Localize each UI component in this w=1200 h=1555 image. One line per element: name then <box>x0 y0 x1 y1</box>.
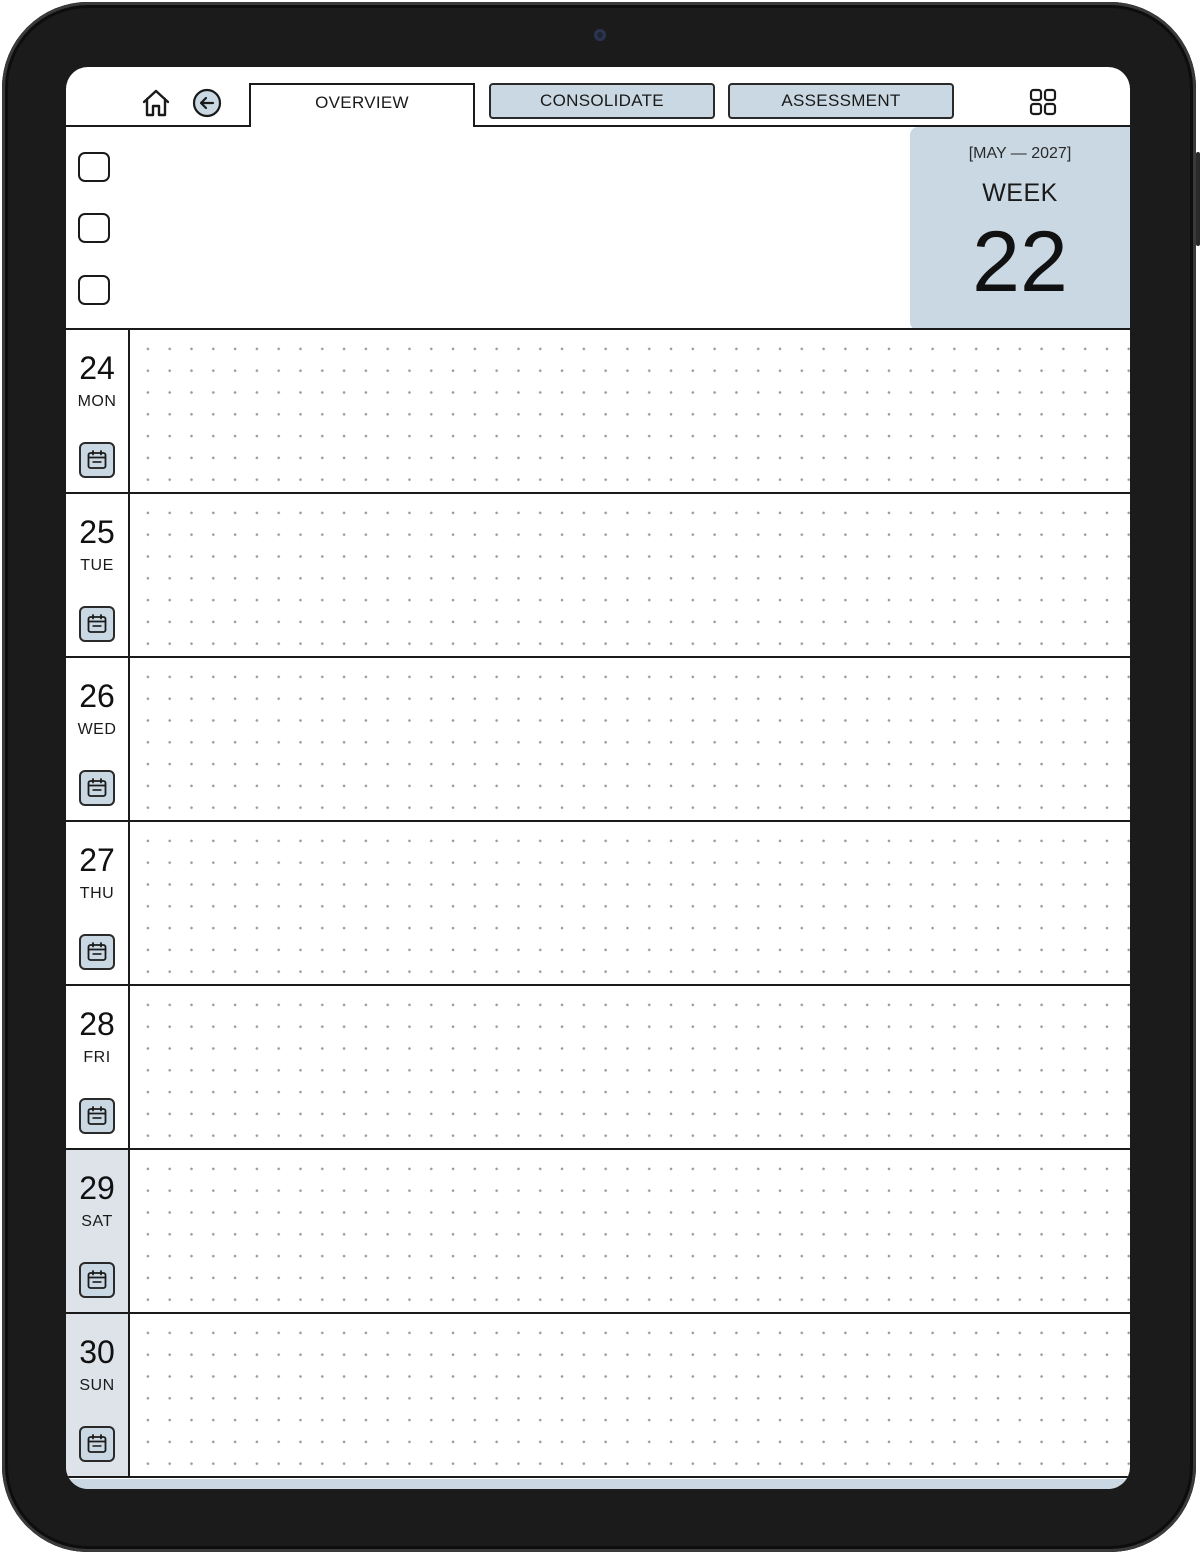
day-calendar-button[interactable] <box>79 1262 115 1298</box>
day-weekday: SAT <box>81 1213 113 1230</box>
day-label: 24 MON <box>66 330 130 492</box>
day-weekday: MON <box>77 393 117 410</box>
goal-checkbox[interactable] <box>78 152 110 182</box>
day-weekday: TUE <box>80 557 114 574</box>
calendar-icon <box>87 614 107 633</box>
goal-checkbox[interactable] <box>78 213 110 243</box>
grid-icon[interactable] <box>1028 87 1058 117</box>
camera-icon <box>594 29 606 41</box>
calendar-icon <box>87 1106 107 1125</box>
day-calendar-button[interactable] <box>79 606 115 642</box>
calendar-icon <box>87 942 107 961</box>
day-weekday: THU <box>79 885 115 902</box>
tab-consolidate[interactable]: CONSOLIDATE <box>489 83 715 119</box>
day-calendar-button[interactable] <box>79 1426 115 1462</box>
dot-grid-notes[interactable] <box>130 822 1130 984</box>
goal-checkbox[interactable] <box>78 275 110 305</box>
day-label: 29 SAT <box>66 1150 130 1312</box>
day-number: 28 <box>79 1006 115 1042</box>
top-navigation: OVERVIEW CONSOLIDATE ASSESSMENT <box>66 67 1130 127</box>
day-row-sun: 30 SUN <box>66 1314 1130 1478</box>
calendar-icon <box>87 1270 107 1289</box>
dot-grid-notes[interactable] <box>130 658 1130 820</box>
day-calendar-button[interactable] <box>79 1098 115 1134</box>
week-card: [MAY — 2027] WEEK 22 <box>910 127 1130 330</box>
calendar-icon <box>87 1434 107 1453</box>
day-calendar-button[interactable] <box>79 442 115 478</box>
back-arrow-icon[interactable] <box>191 87 223 119</box>
day-label: 30 SUN <box>66 1314 130 1476</box>
day-label: 26 WED <box>66 658 130 820</box>
day-calendar-button[interactable] <box>79 770 115 806</box>
calendar-icon <box>87 450 107 469</box>
day-row-tue: 25 TUE <box>66 494 1130 658</box>
day-calendar-button[interactable] <box>79 934 115 970</box>
day-row-fri: 28 FRI <box>66 986 1130 1150</box>
bottom-strip <box>66 1479 1130 1489</box>
calendar-icon <box>87 778 107 797</box>
tab-assessment[interactable]: ASSESSMENT <box>728 83 954 119</box>
tab-overview[interactable]: OVERVIEW <box>249 83 475 127</box>
dot-grid-notes[interactable] <box>130 330 1130 492</box>
day-number: 24 <box>79 350 115 386</box>
day-number: 30 <box>79 1334 115 1370</box>
week-number: 22 <box>972 214 1068 310</box>
dot-grid-notes[interactable] <box>130 494 1130 656</box>
home-icon[interactable] <box>140 87 172 119</box>
day-weekday: FRI <box>83 1049 111 1066</box>
dot-grid-notes[interactable] <box>130 986 1130 1148</box>
week-label: WEEK <box>982 179 1058 207</box>
day-number: 29 <box>79 1170 115 1206</box>
day-number: 27 <box>79 842 115 878</box>
volume-button <box>1196 186 1200 246</box>
day-row-wed: 26 WED <box>66 658 1130 822</box>
dot-grid-notes[interactable] <box>130 1150 1130 1312</box>
day-label: 25 TUE <box>66 494 130 656</box>
day-weekday: SUN <box>79 1377 115 1394</box>
day-row-mon: 24 MON <box>66 330 1130 494</box>
day-row-thu: 27 THU <box>66 822 1130 986</box>
day-label: 28 FRI <box>66 986 130 1148</box>
month-label: [MAY — 2027] <box>968 145 1072 162</box>
day-number: 25 <box>79 514 115 550</box>
dot-grid-notes[interactable] <box>130 1314 1130 1476</box>
planner-screen: OVERVIEW CONSOLIDATE ASSESSMENT [MAY — 2… <box>66 67 1130 1489</box>
day-row-sat: 29 SAT <box>66 1150 1130 1314</box>
day-number: 26 <box>79 678 115 714</box>
day-label: 27 THU <box>66 822 130 984</box>
day-weekday: WED <box>77 721 117 738</box>
